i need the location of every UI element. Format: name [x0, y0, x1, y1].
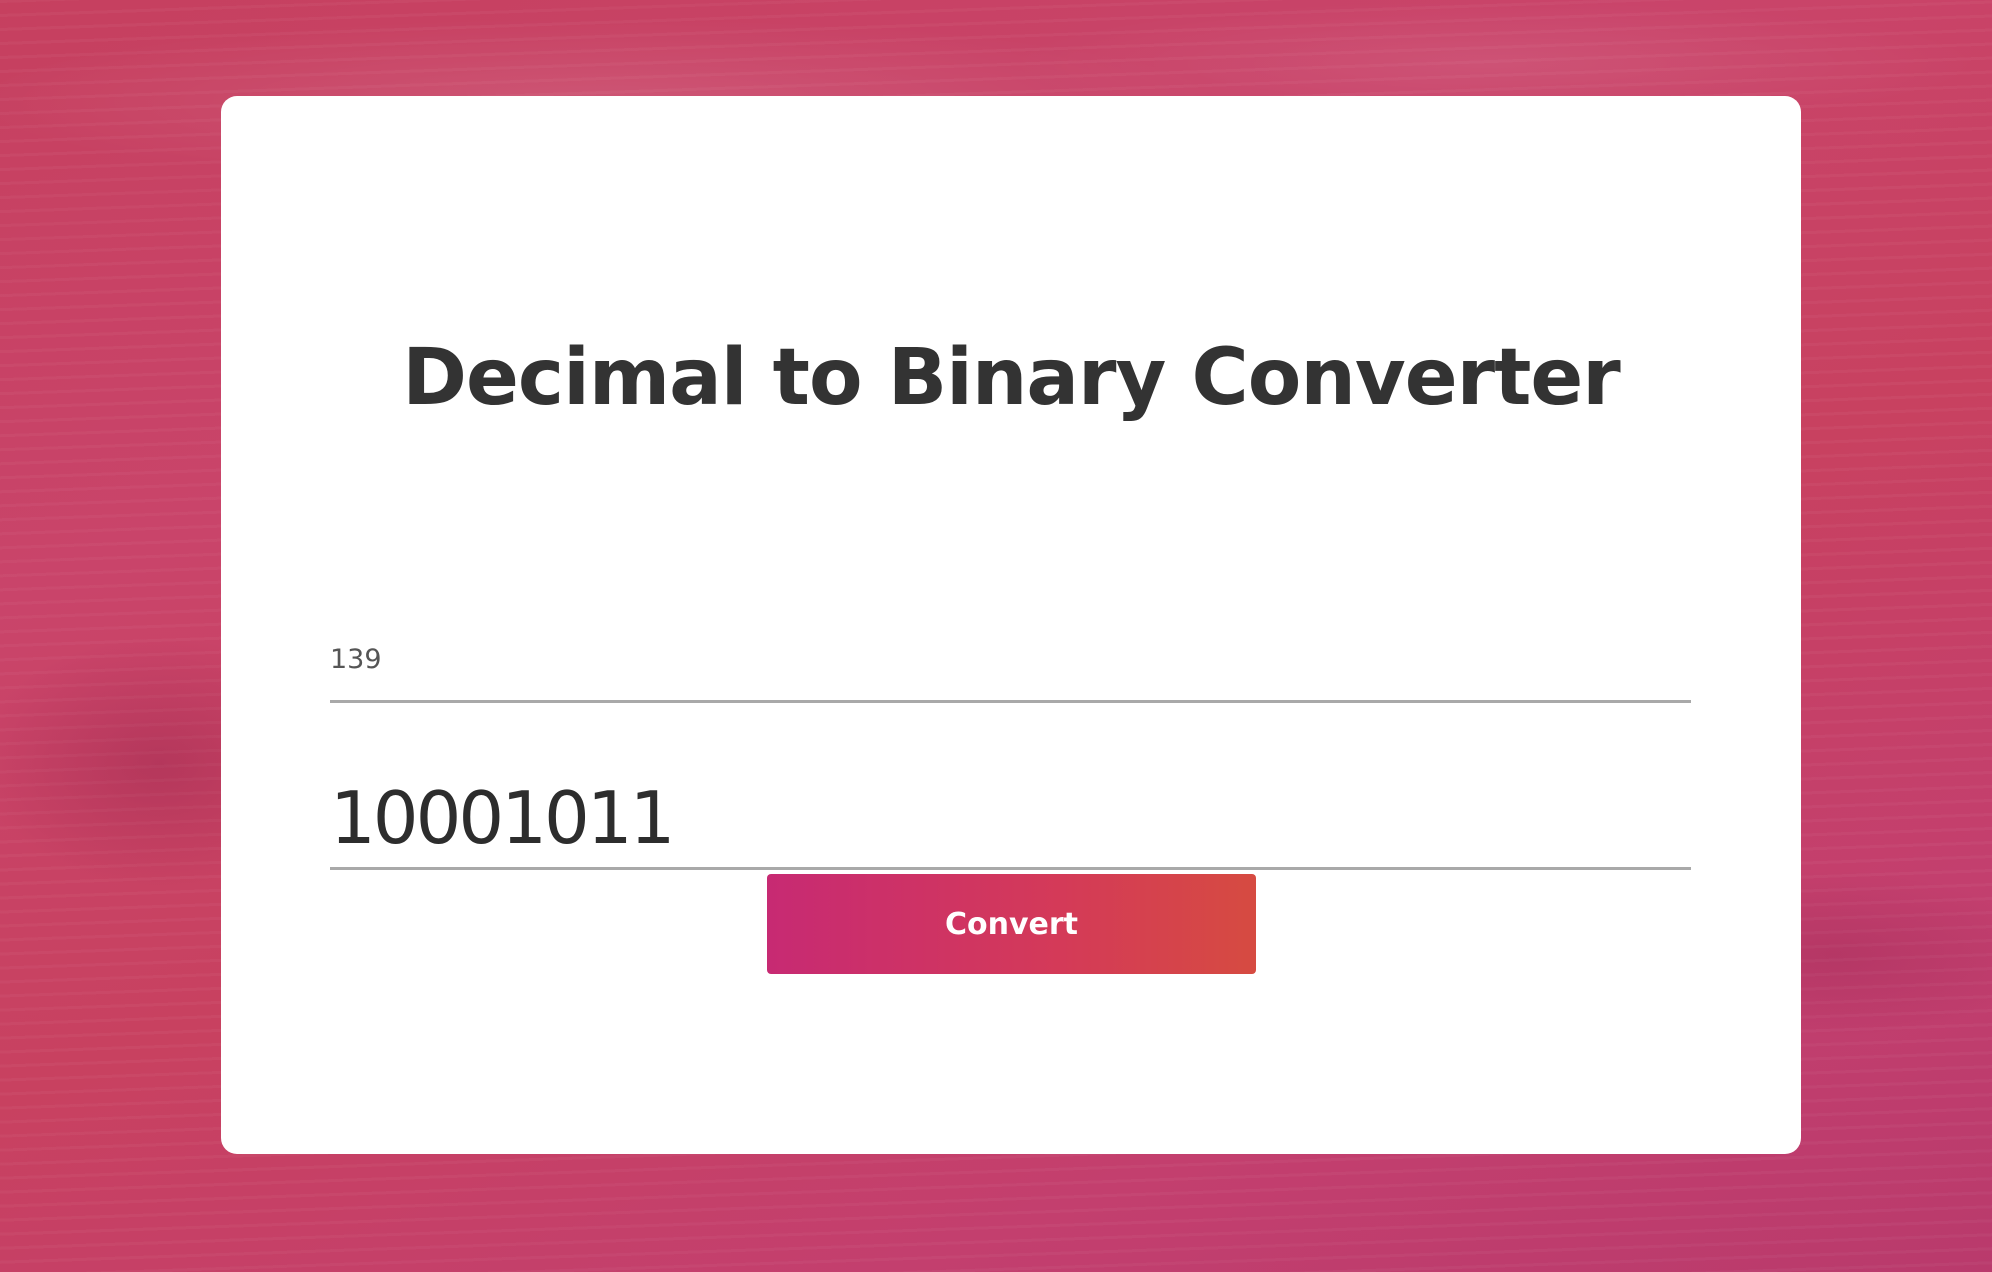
convert-button[interactable]: Convert [767, 874, 1256, 974]
binary-output: 10001011 [330, 770, 1691, 870]
converter-card: Decimal to Binary Converter 10001011 Con… [221, 96, 1801, 1154]
page-title: Decimal to Binary Converter [402, 333, 1621, 423]
decimal-input[interactable] [330, 619, 1691, 703]
